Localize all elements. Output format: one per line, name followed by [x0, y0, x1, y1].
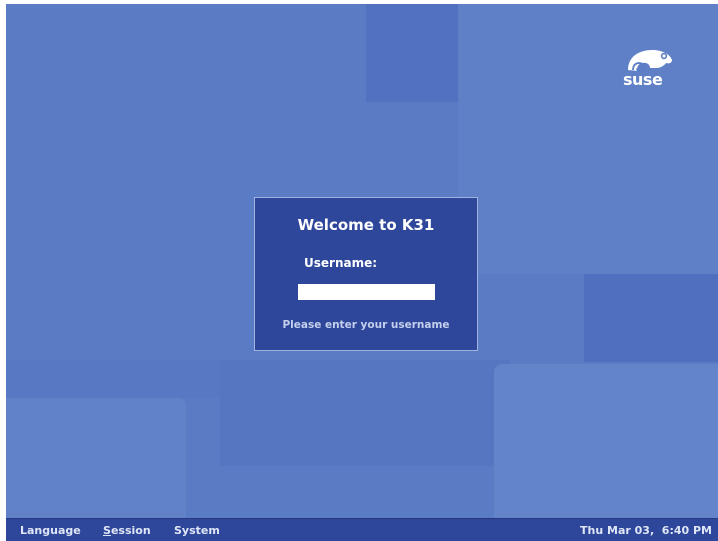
- system-menu[interactable]: System: [174, 524, 220, 537]
- username-input[interactable]: [298, 284, 435, 300]
- background-shape: [6, 360, 220, 398]
- session-menu[interactable]: Session: [103, 524, 151, 537]
- background-shape: [458, 4, 718, 274]
- username-label: Username:: [304, 256, 378, 270]
- login-dialog: Welcome to K31 Username: Please enter yo…: [254, 197, 478, 351]
- logo-text: suse: [623, 70, 663, 89]
- username-hint: Please enter your username: [282, 319, 450, 331]
- language-menu[interactable]: Language: [20, 524, 81, 537]
- background-shape: [494, 364, 718, 518]
- suse-logo: suse: [622, 44, 674, 88]
- welcome-title: Welcome to K31: [297, 216, 435, 234]
- session-menu-label: ession: [110, 524, 151, 537]
- session-mnemonic: S: [103, 524, 111, 537]
- clock: Thu Mar 03, 6:40 PM: [580, 524, 712, 537]
- background-shape: [584, 274, 718, 362]
- bottom-panel: Language Session System Thu Mar 03, 6:40…: [6, 518, 718, 541]
- background-shape: [366, 4, 458, 102]
- login-screen: suse Welcome to K31 Username: Please ent…: [6, 4, 718, 541]
- background-shape: [220, 360, 510, 466]
- background-shape: [6, 398, 186, 518]
